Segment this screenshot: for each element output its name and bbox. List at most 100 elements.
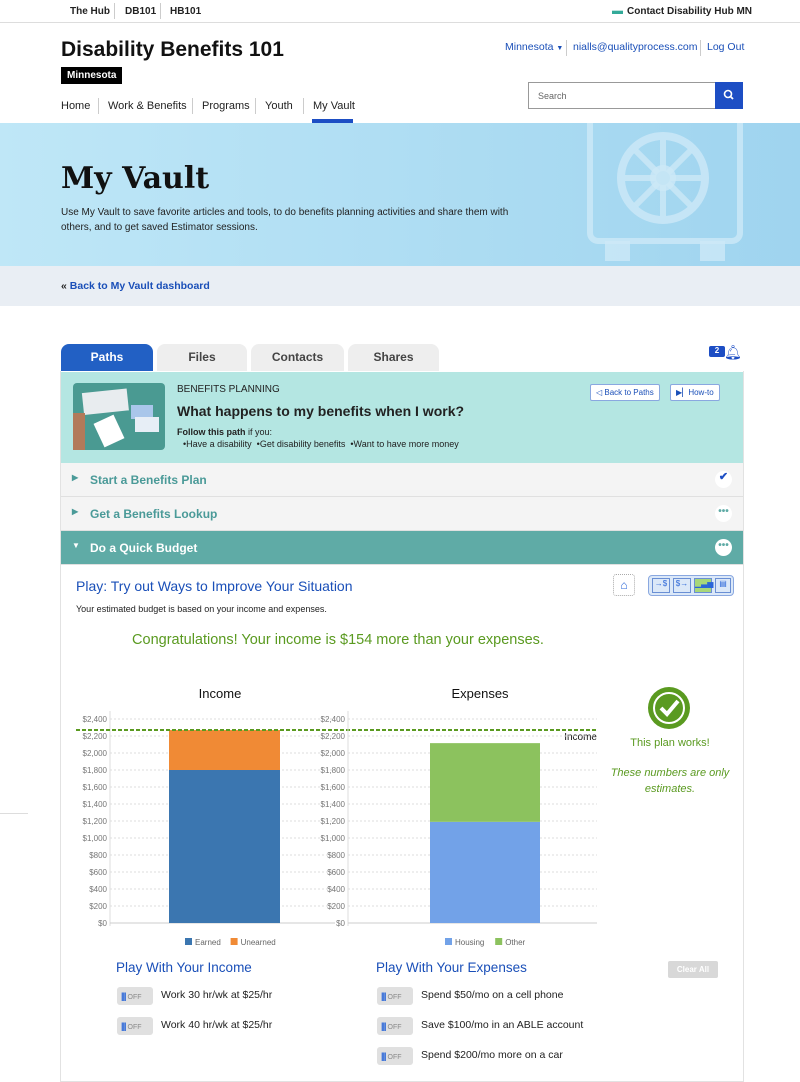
toggle-state: OFF <box>127 994 142 1001</box>
back-to-dashboard-link[interactable]: « Back to My Vault dashboard <box>61 280 210 292</box>
more-icon[interactable]: ••• <box>715 539 732 556</box>
plan-works-check-icon <box>648 687 690 729</box>
budget-charts: Income $0 $200 $400 $600 $800 $1,000 $1,200 $1,4… <box>76 686 597 947</box>
nav-my-vault[interactable]: My Vault <box>313 100 355 112</box>
legend-swatch <box>230 938 238 945</box>
nav-work-benefits[interactable]: Work & Benefits <box>108 100 187 112</box>
view-toolbar: →$ $→ ▁▃▅ ▤ <box>648 575 734 596</box>
y-tick-label: $2,400 <box>321 715 346 724</box>
y-tick-label: $1,800 <box>321 766 346 775</box>
state-menu[interactable]: Minnesota ▼ <box>505 41 563 53</box>
site-title[interactable]: Disability Benefits 101 <box>61 38 284 62</box>
back-band: « Back to My Vault dashboard <box>0 266 800 306</box>
tab-contacts[interactable]: Contacts <box>251 344 344 371</box>
search-button[interactable] <box>715 82 743 109</box>
home-icon[interactable]: ⌂ <box>613 574 635 596</box>
option-label-income-1: Work 40 hr/wk at $25/hr <box>161 1019 273 1031</box>
page-title: My Vault <box>61 161 210 196</box>
option-label-expense-2: Spend $200/mo more on a car <box>421 1049 563 1061</box>
logout-link[interactable]: Log Out <box>707 41 744 53</box>
option-label-income-0: Work 30 hr/wk at $25/hr <box>161 989 273 1001</box>
chat-icon: ▬ <box>612 5 623 17</box>
step-start-benefits-plan[interactable]: ▶ Start a Benefits Plan ✔ <box>61 463 743 497</box>
y-tick-label: $0 <box>98 919 107 928</box>
expense-options-heading: Play With Your Expenses <box>376 960 527 975</box>
chart-title: Income <box>199 686 242 701</box>
state-label: Minnesota <box>505 41 554 53</box>
hb101-link[interactable]: HB101 <box>170 6 201 17</box>
toggle-handle-icon: ||| <box>381 1051 386 1061</box>
clear-all-button[interactable]: Clear All <box>668 961 718 978</box>
bar-other[interactable] <box>430 743 540 822</box>
path-follow: Follow this path if you: <box>177 427 273 437</box>
legend-swatch <box>445 938 452 945</box>
back-to-paths-button[interactable]: ◁ Back to Paths <box>590 384 660 401</box>
income-view-icon[interactable]: →$ <box>652 578 670 593</box>
hub-link[interactable]: The Hub <box>70 6 110 17</box>
tab-files[interactable]: Files <box>157 344 247 371</box>
step-quick-budget[interactable]: ▼ Do a Quick Budget ••• <box>61 531 743 565</box>
toggle-expense-1[interactable]: ||| OFF <box>377 1017 413 1035</box>
legend-label[interactable]: Housing <box>455 938 484 947</box>
path-title: What happens to my benefits when I work? <box>177 403 465 419</box>
income-options-heading: Play With Your Income <box>116 960 252 975</box>
y-tick-label: $2,000 <box>321 749 346 758</box>
contact-link[interactable]: Contact Disability Hub MN <box>627 6 752 17</box>
bar-earned[interactable] <box>169 770 280 923</box>
legend-label[interactable]: Other <box>505 938 525 947</box>
legend-label[interactable]: Unearned <box>241 938 276 947</box>
path-illustration <box>73 383 165 450</box>
toggle-state: OFF <box>387 1024 402 1031</box>
search-input[interactable]: Search <box>528 82 716 109</box>
calculator-icon[interactable]: ▤ <box>715 578 731 593</box>
user-email-link[interactable]: nialls@qualityprocess.com <box>573 41 697 53</box>
nav-home[interactable]: Home <box>61 100 90 112</box>
toggle-handle-icon: ||| <box>381 991 386 1001</box>
y-tick-label: $1,000 <box>321 834 346 843</box>
y-tick-label: $200 <box>327 902 345 911</box>
option-label-expense-0: Spend $50/mo on a cell phone <box>421 989 564 1001</box>
path-category: BENEFITS PLANNING <box>177 384 280 395</box>
y-tick-label: $0 <box>336 919 345 928</box>
y-tick-label: $1,400 <box>321 800 346 809</box>
y-tick-label: $1,600 <box>83 783 108 792</box>
y-tick-label: $400 <box>89 885 107 894</box>
tab-paths[interactable]: Paths <box>61 344 153 371</box>
hero-banner: My Vault Use My Vault to save favorite a… <box>0 123 800 266</box>
toggle-income-0[interactable]: ||| OFF <box>117 987 153 1005</box>
toggle-income-1[interactable]: ||| OFF <box>117 1017 153 1035</box>
option-label-expense-1: Save $100/mo in an ABLE account <box>421 1019 584 1031</box>
y-tick-label: $800 <box>327 851 345 860</box>
chart-view-icon[interactable]: ▁▃▅ <box>694 578 713 593</box>
bell-icon[interactable]: 🔔︎ <box>724 344 742 361</box>
search-icon <box>723 89 734 100</box>
tab-shares[interactable]: Shares <box>348 344 439 371</box>
legend-swatch <box>185 938 192 945</box>
estimates-note: These numbers are only estimates. <box>610 767 730 795</box>
y-tick-label: $1,200 <box>321 817 346 826</box>
path-criteria: •Have a disability •Get disability benef… <box>183 439 459 449</box>
y-tick-label: $1,400 <box>83 800 108 809</box>
expense-view-icon[interactable]: $→ <box>673 578 691 593</box>
db101-link[interactable]: DB101 <box>125 6 156 17</box>
y-tick-label: $2,200 <box>321 732 346 741</box>
toggle-expense-2[interactable]: ||| OFF <box>377 1047 413 1065</box>
legend-swatch <box>495 938 503 945</box>
vault-icon <box>587 123 743 261</box>
y-tick-label: $600 <box>89 868 107 877</box>
step-benefits-lookup[interactable]: ▶ Get a Benefits Lookup ••• <box>61 497 743 531</box>
bar-housing[interactable] <box>430 821 540 923</box>
chart-title: Expenses <box>451 686 509 701</box>
notification-count[interactable]: 2 <box>709 346 725 357</box>
nav-youth[interactable]: Youth <box>265 100 293 112</box>
howto-button[interactable]: ▶▏How-to <box>670 384 720 401</box>
toggle-state: OFF <box>387 994 402 1001</box>
more-icon[interactable]: ••• <box>715 505 732 522</box>
toggle-expense-0[interactable]: ||| OFF <box>377 987 413 1005</box>
bar-unearned[interactable] <box>169 730 280 770</box>
state-badge: Minnesota <box>61 67 123 84</box>
video-icon: ▶▏ <box>676 388 689 397</box>
y-tick-label: $2,000 <box>83 749 108 758</box>
nav-programs[interactable]: Programs <box>202 100 250 112</box>
legend-label[interactable]: Earned <box>195 938 221 947</box>
